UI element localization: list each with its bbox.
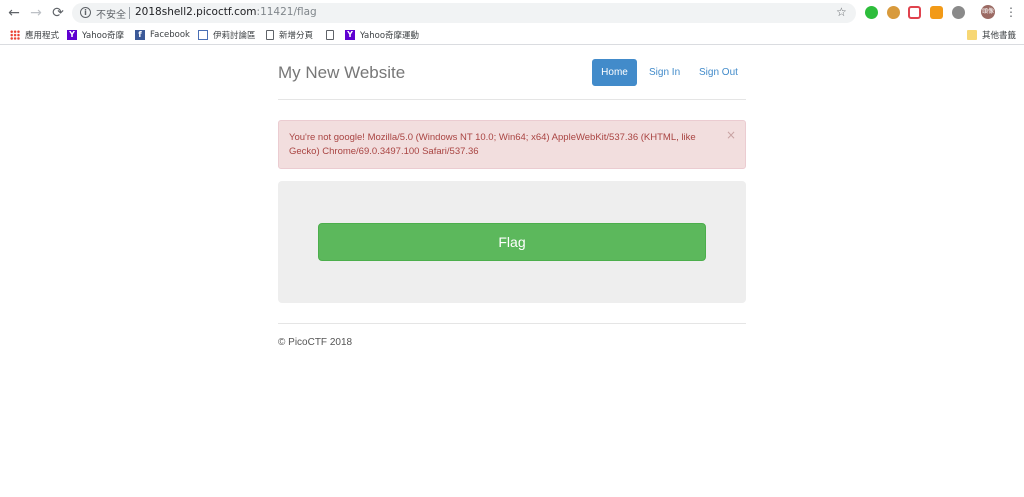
bookmark-blank[interactable] bbox=[326, 28, 339, 42]
site-title: My New Website bbox=[278, 63, 406, 82]
security-label: 不安全 bbox=[96, 10, 126, 21]
bookmark-yahoo[interactable]: Y Yahoo奇摩 bbox=[67, 28, 124, 42]
url-text[interactable]: 2018shell2.picoctf.com:11421/flag bbox=[135, 6, 317, 18]
facebook-icon: f bbox=[135, 30, 145, 40]
apps-icon bbox=[10, 30, 20, 40]
bookmark-label: 新增分頁 bbox=[279, 31, 314, 41]
bookmark-facebook[interactable]: f Facebook bbox=[135, 28, 190, 42]
forward-icon[interactable]: → bbox=[28, 5, 44, 21]
bookmark-label: 其他書籤 bbox=[982, 31, 1017, 41]
bookmark-label: Yahoo奇摩運動 bbox=[360, 31, 420, 41]
back-icon[interactable]: ← bbox=[6, 5, 22, 21]
avatar[interactable]: 頭像 bbox=[981, 5, 995, 19]
flag-button[interactable]: Flag bbox=[318, 223, 706, 261]
error-alert: You're not google! Mozilla/5.0 (Windows … bbox=[278, 120, 746, 169]
extension-icon[interactable] bbox=[952, 6, 965, 19]
bookmark-label: Facebook bbox=[150, 30, 190, 40]
footer-copyright: © PicoCTF 2018 bbox=[278, 337, 353, 348]
pocket-extension-icon[interactable] bbox=[908, 6, 921, 19]
bookmarks-bar: 應用程式 Y Yahoo奇摩 f Facebook 伊莉討論區 新增分頁 Y Y… bbox=[0, 25, 1024, 45]
footer-divider bbox=[278, 323, 746, 324]
url-host: 2018shell2.picoctf.com bbox=[135, 6, 257, 18]
jumbotron: Flag bbox=[278, 181, 746, 303]
bookmark-other[interactable]: 其他書籤 bbox=[967, 28, 1016, 42]
nav-sign-in-link[interactable]: Sign In bbox=[649, 59, 680, 86]
address-bar[interactable]: i 不安全 2018shell2.picoctf.com:11421/flag bbox=[72, 3, 856, 23]
bookmark-label: Yahoo奇摩 bbox=[82, 31, 125, 41]
bookmark-yahoo-sports[interactable]: Y Yahoo奇摩運動 bbox=[345, 28, 419, 42]
bookmark-forum[interactable]: 伊莉討論區 bbox=[198, 28, 256, 42]
browser-toolbar: ← → ⟳ i 不安全 2018shell2.picoctf.com:11421… bbox=[0, 0, 1024, 25]
menu-icon[interactable]: ⋮ bbox=[1005, 4, 1017, 20]
page-icon bbox=[266, 30, 274, 40]
bookmark-label: 伊莉討論區 bbox=[213, 31, 256, 41]
close-icon[interactable]: × bbox=[726, 128, 736, 142]
forum-icon bbox=[198, 30, 208, 40]
bookmark-apps[interactable]: 應用程式 bbox=[10, 28, 59, 42]
nav-sign-out-link[interactable]: Sign Out bbox=[699, 59, 738, 86]
header-divider bbox=[278, 99, 746, 100]
bookmark-label: 應用程式 bbox=[25, 31, 60, 41]
alert-message: You're not google! Mozilla/5.0 (Windows … bbox=[289, 132, 696, 157]
url-path: :11421/flag bbox=[256, 6, 317, 18]
bookmark-new-tab[interactable]: 新增分頁 bbox=[266, 28, 313, 42]
address-separator bbox=[129, 7, 130, 19]
nav-home-button[interactable]: Home bbox=[592, 59, 637, 86]
info-icon[interactable]: i bbox=[80, 7, 91, 18]
folder-icon bbox=[967, 30, 977, 40]
yahoo-icon: Y bbox=[345, 30, 355, 40]
honey-extension-icon[interactable] bbox=[930, 6, 943, 19]
page-icon bbox=[326, 30, 334, 40]
reload-icon[interactable]: ⟳ bbox=[50, 5, 66, 21]
star-icon[interactable]: ☆ bbox=[836, 5, 847, 19]
line-extension-icon[interactable] bbox=[865, 6, 878, 19]
cookie-extension-icon[interactable] bbox=[887, 6, 900, 19]
yahoo-icon: Y bbox=[67, 30, 77, 40]
